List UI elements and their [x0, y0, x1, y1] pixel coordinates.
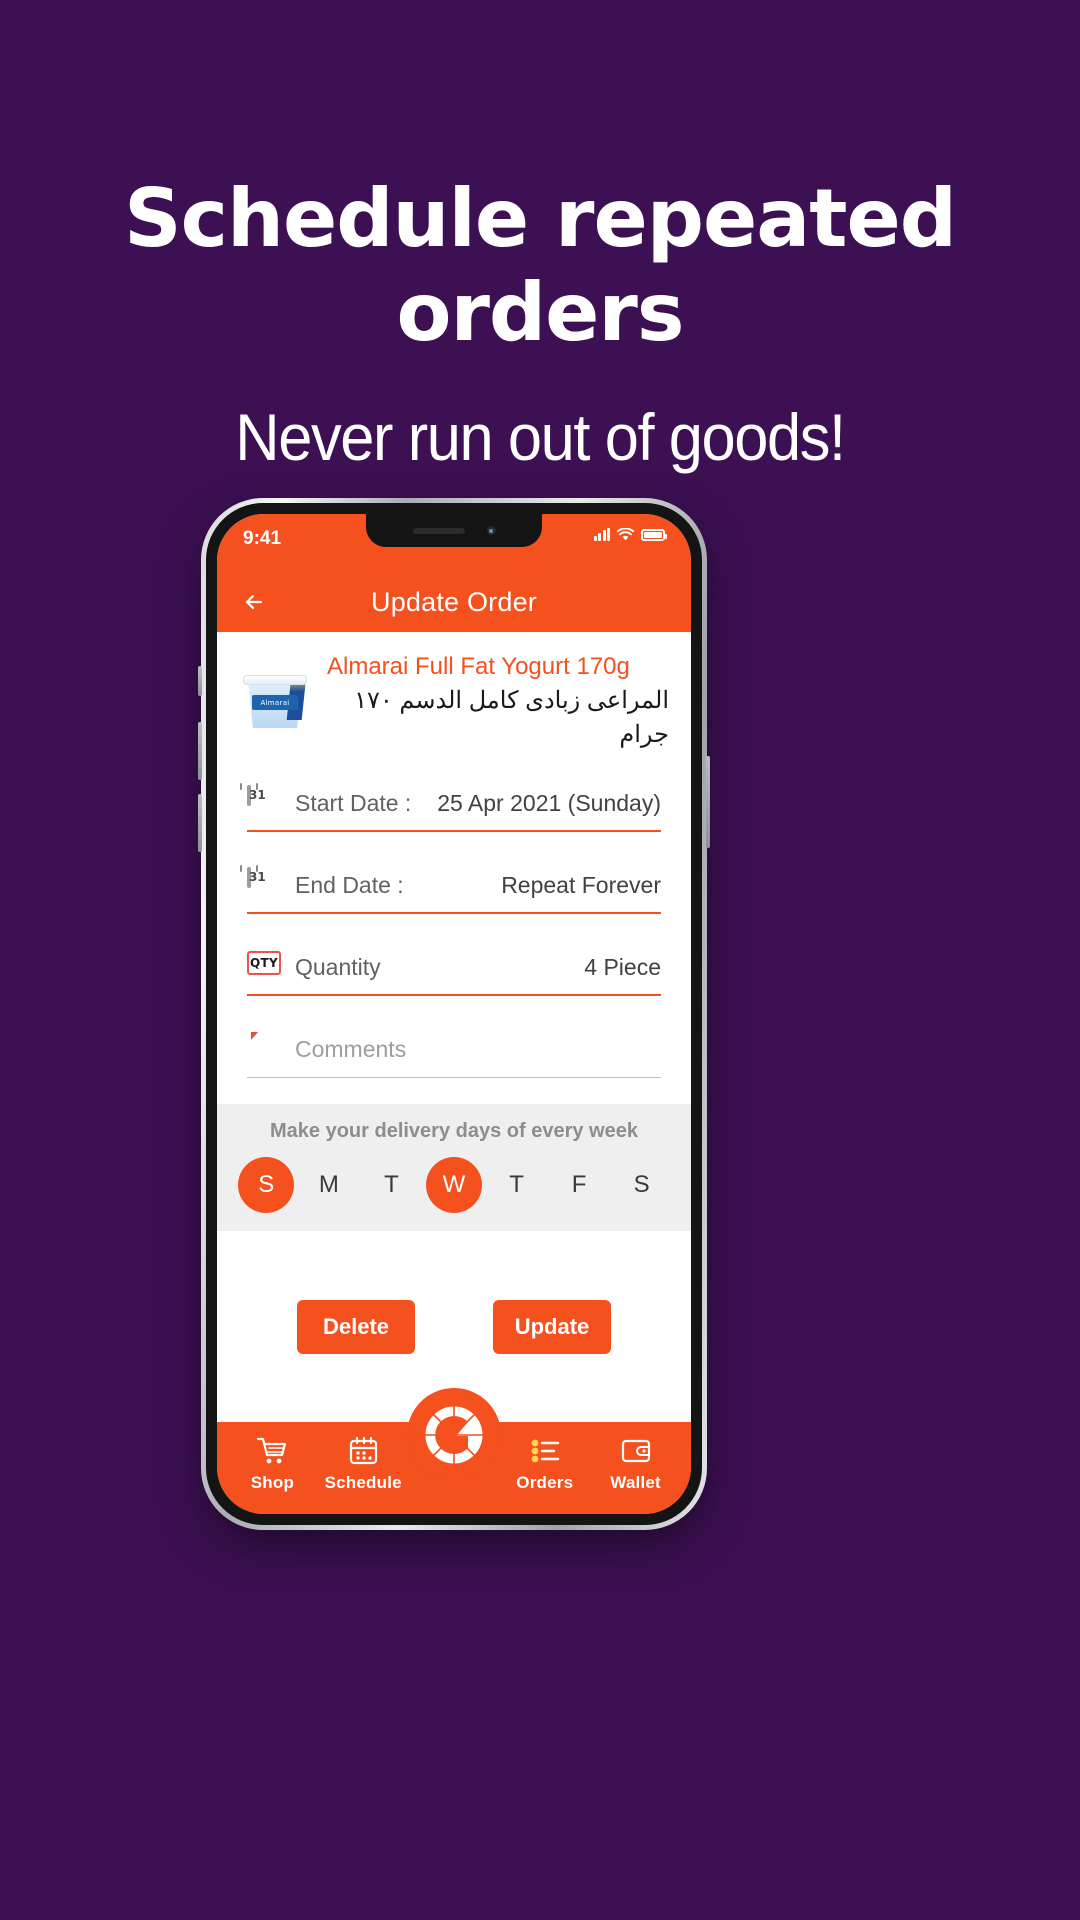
day-toggle-monday[interactable]: M [301, 1157, 357, 1213]
status-bar-time: 9:41 [243, 528, 282, 549]
update-button[interactable]: Update [493, 1299, 611, 1354]
day-toggle-sunday[interactable]: S [238, 1157, 295, 1213]
day-toggle-saturday[interactable]: S [614, 1157, 670, 1213]
day-toggle-friday[interactable]: F [551, 1157, 607, 1213]
start-date-row[interactable]: 31 Start Date : 25 Apr 2021 (Sunday) [240, 776, 661, 832]
yogurt-cup-brand-band: Almarai [252, 695, 298, 710]
earpiece-speaker [412, 527, 465, 534]
quantity-value: 4 Piece [584, 953, 661, 980]
start-date-value: 25 Apr 2021 (Sunday) [437, 789, 661, 816]
phone-volume-down-button [198, 794, 202, 852]
nav-label-schedule: Schedule [324, 1473, 402, 1492]
product-summary: Almarai Almarai Full Fat Yogurt 170g الم… [217, 632, 691, 766]
phone-notch [366, 514, 542, 547]
comment-bubble-icon [247, 1034, 281, 1066]
phone-mockup: 9:41 Update Order Almarai Almarai Full F… [198, 498, 710, 1530]
end-date-row[interactable]: 31 End Date : Repeat Forever [240, 858, 661, 914]
battery-icon [641, 528, 667, 541]
product-image: Almarai [239, 671, 311, 733]
day-toggle-tuesday[interactable]: T [363, 1157, 419, 1213]
calendar-icon: 31 [240, 865, 281, 901]
nav-label-wallet: Wallet [610, 1473, 661, 1492]
phone-power-button [706, 756, 710, 848]
quantity-row[interactable]: QTY Quantity 4 Piece [247, 940, 661, 996]
quantity-label: Quantity [295, 953, 381, 980]
nav-item-shop[interactable]: Shop [229, 1434, 315, 1493]
qty-icon-label: QTY [247, 951, 281, 975]
cellular-signal-icon [593, 528, 610, 541]
comments-row[interactable]: Comments [247, 1022, 661, 1078]
nav-item-schedule[interactable]: Schedule [320, 1434, 406, 1493]
front-camera-icon [486, 526, 496, 535]
day-toggle-thursday[interactable]: T [489, 1157, 545, 1213]
product-name-arabic: المراعى زبادى كامل الدسم ١٧٠ جرام [354, 687, 669, 748]
end-date-value: Repeat Forever [501, 871, 661, 898]
product-name: Almarai Full Fat Yogurt 170g [327, 653, 630, 680]
promo-copy: Schedule repeated orders Never run out o… [0, 0, 1080, 474]
calendar-icon: 31 [240, 783, 281, 819]
brand-logo-icon[interactable] [411, 1392, 497, 1478]
nav-item-orders[interactable]: Orders [502, 1434, 588, 1493]
nav-label-shop: Shop [250, 1473, 295, 1492]
phone-body: 9:41 Update Order Almarai Almarai Full F… [206, 503, 702, 1525]
wallet-icon [620, 1434, 652, 1468]
page-title: Update Order [371, 586, 537, 617]
product-texts: Almarai Full Fat Yogurt 170g المراعى زبا… [327, 652, 669, 752]
phone-frame: 9:41 Update Order Almarai Almarai Full F… [198, 498, 710, 1530]
day-toggle-wednesday[interactable]: W [425, 1157, 482, 1213]
comments-placeholder[interactable]: Comments [295, 1036, 406, 1063]
start-date-label: Start Date : [295, 789, 412, 816]
yogurt-cup-lid [243, 675, 307, 685]
orders-list-icon [529, 1434, 561, 1468]
delivery-days-title: Make your delivery days of every week [270, 1120, 638, 1142]
app-screen: 9:41 Update Order Almarai Almarai Full F… [217, 514, 691, 1514]
back-arrow-icon[interactable] [239, 587, 269, 617]
status-bar: 9:41 [217, 514, 691, 572]
phone-volume-up-button [198, 722, 202, 780]
end-date-label: End Date : [295, 871, 404, 898]
qty-icon: QTY [247, 951, 281, 983]
wifi-icon [617, 528, 634, 541]
nav-item-wallet[interactable]: Wallet [593, 1434, 679, 1493]
promo-headline: Schedule repeated orders [124, 172, 957, 359]
delete-button[interactable]: Delete [297, 1299, 415, 1354]
delivery-days-row: S M T W T F S [217, 1157, 691, 1213]
app-bar: Update Order [217, 572, 691, 632]
phone-mute-switch [198, 666, 202, 696]
promo-subheadline: Never run out of goods! [235, 400, 846, 474]
calendar-icon [348, 1434, 379, 1468]
nav-label-orders: Orders [516, 1473, 574, 1492]
order-form: 31 Start Date : 25 Apr 2021 (Sunday) 31 [217, 766, 691, 1078]
bottom-navigation: Shop Schedule Orders Wallet [217, 1392, 691, 1514]
shopping-cart-icon [256, 1434, 288, 1468]
delivery-days-section: Make your delivery days of every week S … [217, 1104, 691, 1231]
brand-label: Almarai [260, 698, 290, 707]
status-bar-icons [593, 528, 667, 541]
